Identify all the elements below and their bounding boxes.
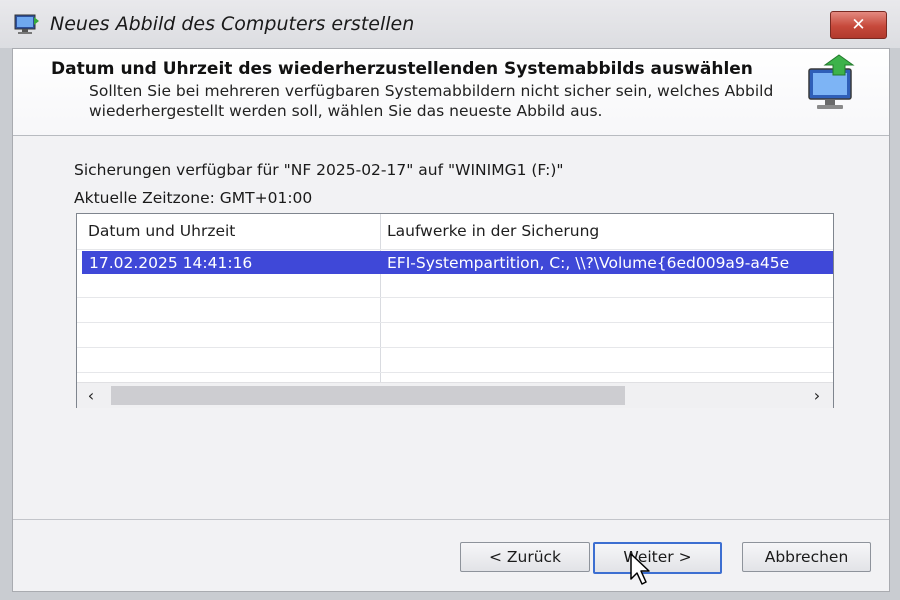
cancel-button[interactable]: Abbrechen	[742, 542, 871, 572]
next-button[interactable]: Weiter >	[593, 542, 722, 574]
column-header-drives[interactable]: Laufwerke in der Sicherung	[387, 222, 599, 240]
scroll-left-icon[interactable]: ‹	[81, 386, 101, 405]
header-description: Sollten Sie bei mehreren verfügbaren Sys…	[89, 82, 774, 120]
cell-drives: EFI-Systempartition, C:, \\?\Volume{6ed0…	[387, 254, 790, 272]
timezone-text: Aktuelle Zeitzone: GMT+01:00	[74, 189, 313, 207]
scroll-right-icon[interactable]: ›	[807, 386, 827, 405]
column-divider	[380, 214, 381, 382]
header-title: Datum und Uhrzeit des wiederherzustellen…	[51, 59, 753, 79]
close-icon: ✕	[851, 15, 866, 35]
computer-icon	[14, 14, 39, 34]
title-bar: Neues Abbild des Computers erstellen ✕	[0, 0, 900, 48]
backup-list[interactable]: Datum und Uhrzeit Laufwerke in der Siche…	[76, 213, 834, 408]
row-divider	[77, 297, 833, 298]
backups-available-text: Sicherungen verfügbar für "NF 2025-02-17…	[74, 161, 564, 179]
row-divider	[77, 347, 833, 348]
column-header-datetime[interactable]: Datum und Uhrzeit	[88, 222, 235, 240]
scroll-thumb[interactable]	[111, 386, 625, 405]
mouse-cursor-icon	[630, 553, 650, 585]
restore-computer-icon	[808, 54, 855, 109]
dialog-header: Datum und Uhrzeit des wiederherzustellen…	[13, 49, 889, 136]
back-button[interactable]: < Zurück	[460, 542, 590, 572]
dialog: Datum und Uhrzeit des wiederherzustellen…	[12, 48, 890, 592]
row-divider	[77, 372, 833, 373]
row-divider	[77, 322, 833, 323]
horizontal-scrollbar[interactable]: ‹ ›	[77, 382, 833, 408]
cell-datetime: 17.02.2025 14:41:16	[89, 254, 253, 272]
footer-divider	[13, 519, 889, 520]
window-title: Neues Abbild des Computers erstellen	[50, 13, 415, 35]
close-button[interactable]: ✕	[830, 11, 887, 39]
table-row[interactable]: 17.02.2025 14:41:16 EFI-Systempartition,…	[82, 251, 833, 274]
row-divider	[77, 249, 833, 250]
